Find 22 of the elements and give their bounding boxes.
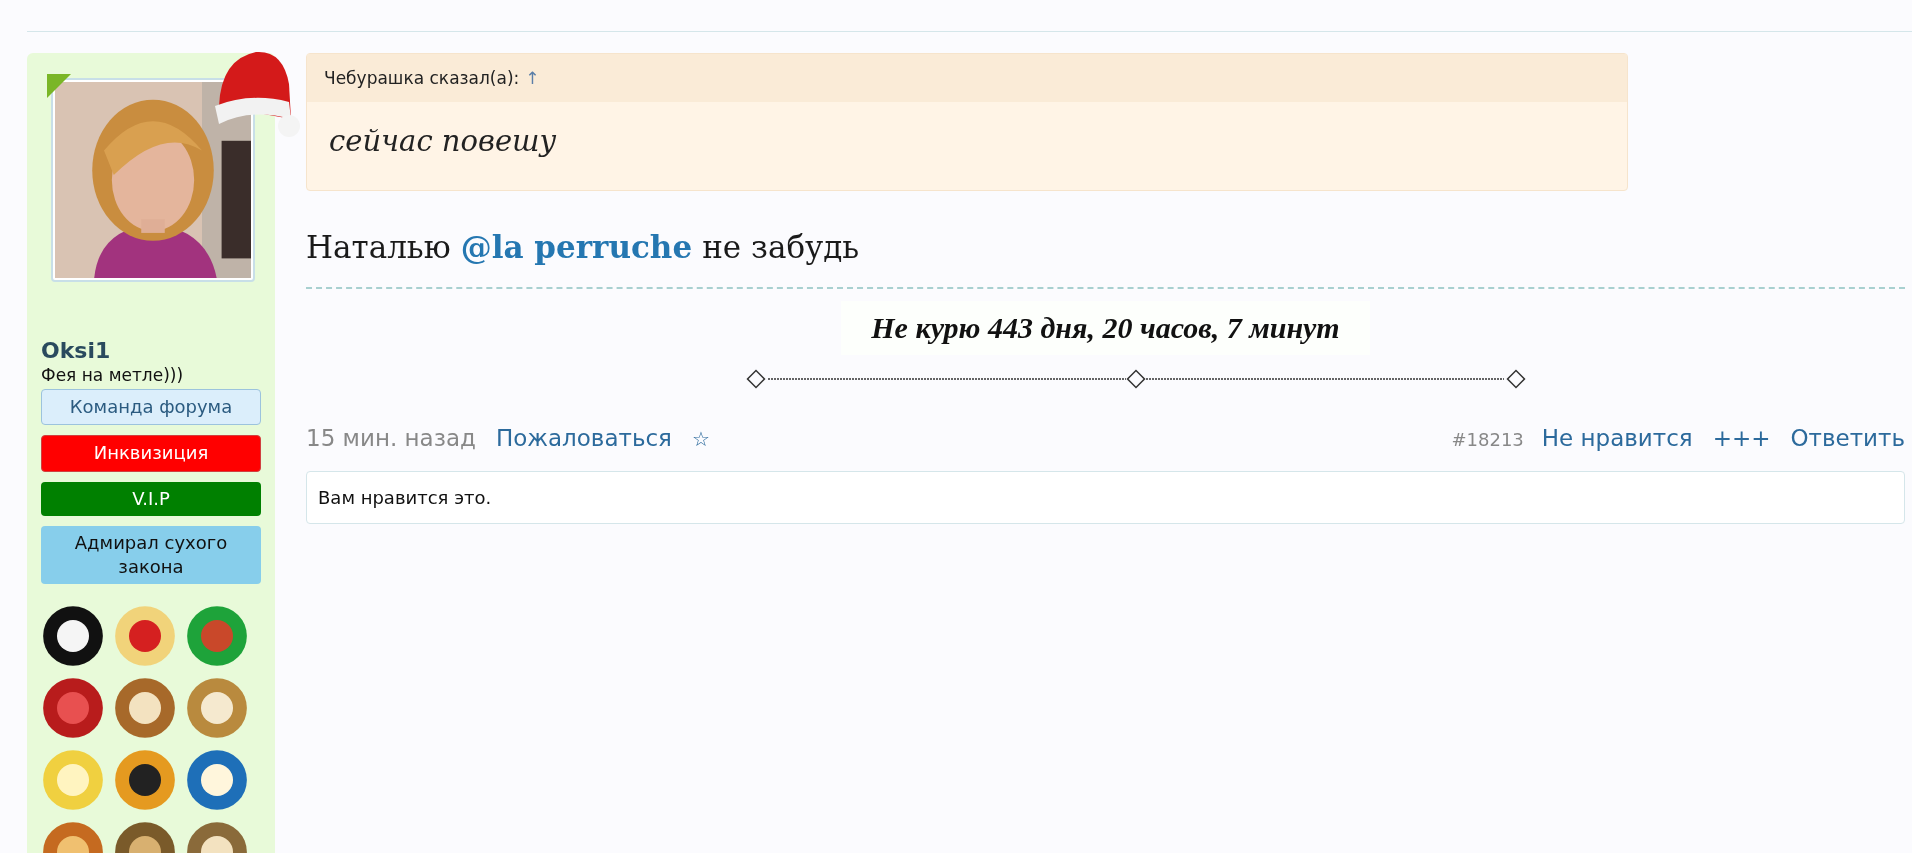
plus-link[interactable]: +++ xyxy=(1712,425,1771,451)
signature-counter: Не курю 443 дня, 20 часов, 7 минут xyxy=(841,301,1370,355)
quote-author: Чебурашка сказал(а): xyxy=(324,68,520,88)
user-banner: Команда форума xyxy=(41,389,261,426)
user-title: Фея на метле))) xyxy=(41,365,185,385)
dislike-link[interactable]: Не нравится xyxy=(1541,425,1693,451)
post-number[interactable]: #18213 xyxy=(1451,429,1524,450)
username[interactable]: Oksi1 xyxy=(41,338,261,363)
message-text: Наталью xyxy=(306,229,451,265)
message-text: не забудь xyxy=(702,229,860,265)
report-link[interactable]: Пожаловаться xyxy=(495,425,672,451)
user-banner: V.I.P xyxy=(41,481,261,516)
post-time[interactable]: 15 мин. назад xyxy=(306,425,476,451)
quote-text: сейчас повешу xyxy=(328,123,558,160)
mention-link[interactable]: @la perruche xyxy=(460,229,693,265)
reply-link[interactable]: Ответить xyxy=(1790,425,1905,451)
jump-to-quote-link[interactable]: ↑ xyxy=(525,68,540,88)
user-banner: Инквизиция xyxy=(41,435,261,472)
bookmark-star[interactable]: ☆ xyxy=(691,427,710,451)
likes-summary: Вам нравится это. xyxy=(306,471,1905,524)
corner-tag-icon xyxy=(47,74,71,98)
user-banner: Адмирал сухого закона xyxy=(41,525,261,585)
